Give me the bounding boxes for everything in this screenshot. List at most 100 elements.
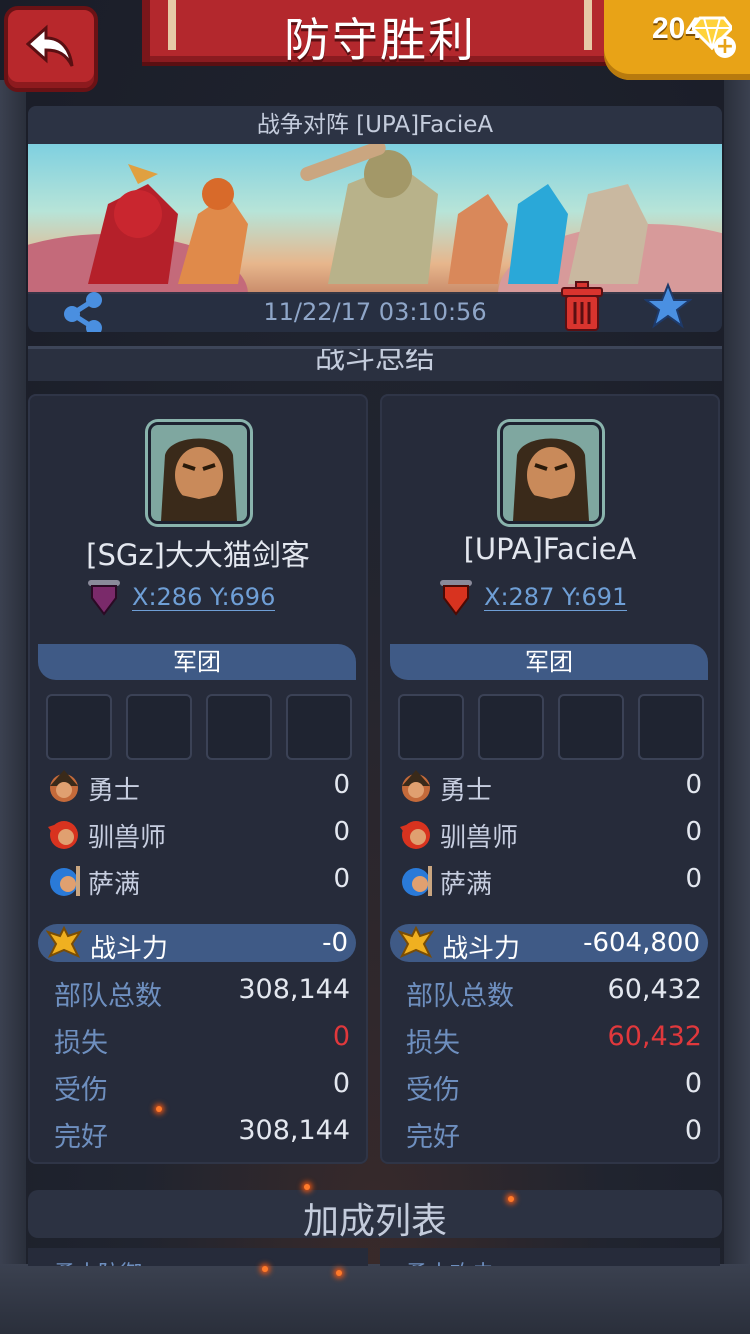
- troop-row-beast-tamer: 驯兽师 0: [44, 813, 350, 853]
- stat-value: 0: [332, 1021, 350, 1052]
- troop-row-warrior: 勇士 0: [44, 766, 350, 806]
- player-avatar[interactable]: [148, 422, 250, 524]
- stat-label: 损失: [406, 1028, 460, 1059]
- phoenix-emblem-icon: [46, 926, 82, 958]
- troop-count: 0: [685, 770, 702, 800]
- stat-value: 60,432: [607, 974, 702, 1005]
- battle-title: 战争对阵 [UPA]FacieA: [28, 106, 722, 144]
- legion-header: 军团: [390, 644, 708, 680]
- legion-slot[interactable]: [398, 694, 464, 760]
- troop-label: 驯兽师: [440, 823, 519, 853]
- troop-label: 萨满: [440, 870, 493, 900]
- stat-row-wounded: 受伤 0: [54, 1068, 350, 1108]
- stat-label: 受伤: [406, 1075, 460, 1106]
- back-button[interactable]: [4, 6, 98, 92]
- caveman-portrait-icon: [161, 438, 237, 521]
- stat-value: 0: [332, 1068, 350, 1099]
- player-name: [UPA]FacieA: [463, 532, 637, 566]
- stat-row-wounded: 受伤 0: [406, 1068, 702, 1108]
- troop-label: 勇士: [88, 776, 141, 806]
- troop-count: 0: [333, 770, 350, 800]
- stone-frame-right: [724, 80, 750, 1300]
- stat-label: 完好: [406, 1122, 460, 1153]
- battle-summary-header: 战斗总结: [28, 346, 722, 381]
- player-name: [SGz]大大猫剑客: [86, 538, 310, 572]
- bonus-list-header: 加成列表: [28, 1190, 722, 1242]
- troop-row-warrior: 勇士 0: [396, 766, 702, 806]
- legion-slot[interactable]: [126, 694, 192, 760]
- battle-datetime: 11/22/17 03:10:56: [263, 298, 487, 326]
- share-icon[interactable]: [60, 290, 108, 332]
- beast-tamer-icon: [400, 821, 430, 849]
- combat-power-label: 战斗力: [442, 934, 521, 964]
- troop-label: 萨满: [88, 870, 141, 900]
- legion-slot[interactable]: [286, 694, 352, 760]
- combat-power-bar: 战斗力 -0: [38, 924, 356, 964]
- ember-particle: [156, 1106, 162, 1112]
- stone-frame-bottom: [0, 1264, 750, 1334]
- combat-power-label: 战斗力: [90, 934, 169, 964]
- legion-slot[interactable]: [638, 694, 704, 760]
- caveman-portrait-icon: [513, 438, 589, 521]
- stat-value: 60,432: [607, 1021, 702, 1052]
- legion-header: 军团: [38, 644, 356, 680]
- ember-particle: [336, 1270, 342, 1276]
- warrior-icon: [50, 770, 78, 802]
- shaman-icon: [50, 866, 80, 896]
- stat-value: 0: [684, 1068, 702, 1099]
- combat-power-value: -604,800: [583, 928, 700, 958]
- ember-particle: [304, 1184, 310, 1190]
- trash-icon[interactable]: [560, 280, 604, 332]
- player-coordinates-link[interactable]: X:287 Y:691: [484, 584, 628, 611]
- player-coordinates-link[interactable]: X:286 Y:696: [132, 584, 276, 611]
- legion-slot[interactable]: [558, 694, 624, 760]
- player-avatar[interactable]: [500, 422, 602, 524]
- troop-row-beast-tamer: 驯兽师 0: [396, 813, 702, 853]
- stat-label: 受伤: [54, 1075, 108, 1106]
- stat-label: 部队总数: [54, 981, 162, 1012]
- stat-row-total-troops: 部队总数 308,144: [54, 974, 350, 1014]
- phoenix-emblem-icon: [398, 926, 434, 958]
- troop-count: 0: [685, 817, 702, 847]
- troop-label: 驯兽师: [88, 823, 167, 853]
- stone-frame-left: [0, 80, 26, 1300]
- add-gems-icon: +: [714, 34, 736, 59]
- beast-tamer-icon: [48, 821, 78, 849]
- back-arrow-icon: [26, 24, 74, 67]
- warrior-icon: [402, 770, 430, 802]
- troop-count: 0: [685, 864, 702, 894]
- legion-slot[interactable]: [46, 694, 112, 760]
- battle-banner: 战争对阵 [UPA]FacieA 11/22/17 03:10:56: [28, 106, 722, 332]
- banner-bottom-bar: 11/22/17 03:10:56: [28, 281, 722, 332]
- troop-count: 0: [333, 817, 350, 847]
- alliance-flag-icon: [440, 580, 472, 616]
- stat-value: 308,144: [238, 1115, 350, 1146]
- troop-label: 勇士: [440, 776, 493, 806]
- summary-title: 战斗总结: [315, 346, 435, 376]
- combat-power-bar: 战斗力 -604,800: [390, 924, 708, 964]
- defender-panel: [UPA]FacieA X:287 Y:691 军团 勇士 0 驯兽师 0 萨满…: [380, 394, 720, 1164]
- stat-row-intact: 完好 308,144: [54, 1115, 350, 1155]
- stat-label: 部队总数: [406, 981, 514, 1012]
- favorite-star-icon[interactable]: [644, 282, 692, 330]
- page-title: 防守胜利: [284, 13, 476, 67]
- legion-slot[interactable]: [478, 694, 544, 760]
- bonus-label: 勇士攻击: [406, 1256, 494, 1266]
- attacker-panel: [SGz]大大猫剑客 X:286 Y:696 军团 勇士 0 驯兽师 0 萨满 …: [28, 394, 368, 1164]
- stat-label: 完好: [54, 1122, 108, 1153]
- ember-particle: [262, 1266, 268, 1272]
- ember-particle: [508, 1196, 514, 1202]
- stat-label: 损失: [54, 1028, 108, 1059]
- combat-power-value: -0: [322, 928, 348, 958]
- bonus-item-left: 勇士防御: [28, 1248, 368, 1266]
- bonus-list-title: 加成列表: [302, 1201, 447, 1242]
- stat-row-losses: 损失 0: [54, 1021, 350, 1061]
- legion-slot[interactable]: [206, 694, 272, 760]
- stat-row-losses: 损失 60,432: [406, 1021, 702, 1061]
- stat-value: 308,144: [238, 974, 350, 1005]
- troop-count: 0: [333, 864, 350, 894]
- shaman-icon: [402, 866, 432, 896]
- troop-row-shaman: 萨满 0: [44, 860, 350, 900]
- troop-row-shaman: 萨满 0: [396, 860, 702, 900]
- gem-counter-button[interactable]: 204 +: [604, 0, 750, 80]
